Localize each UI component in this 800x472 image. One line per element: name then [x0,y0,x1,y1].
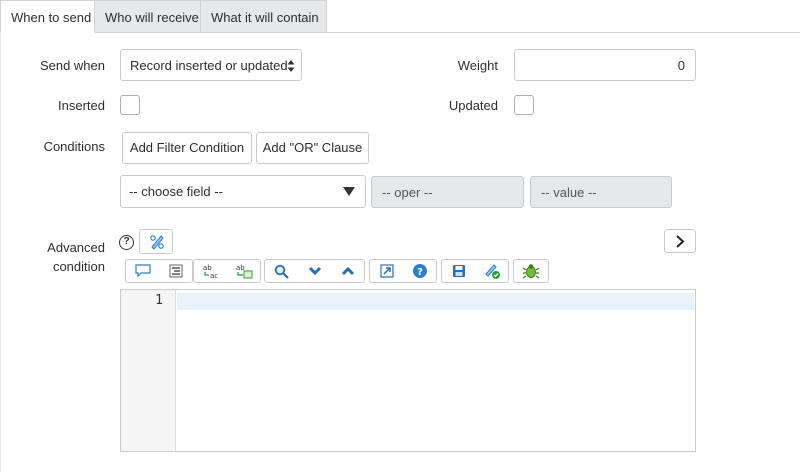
weight-label: Weight [457,58,498,73]
toolbar-group-search [264,259,365,283]
toolbar-group-replace: ab ac ab [193,259,261,283]
script-check-button[interactable] [475,260,508,282]
expand-button[interactable] [664,229,696,253]
updated-checkbox[interactable] [514,95,534,115]
choose-field-select[interactable]: -- choose field -- [120,175,366,208]
save-icon [452,265,465,277]
help-icon: ? [412,264,427,278]
find-next-button[interactable] [298,260,331,282]
active-line-highlight [177,293,694,310]
operator-select[interactable]: -- oper -- [371,176,524,208]
svg-text:ac: ac [210,272,218,279]
chevron-right-icon [676,235,685,248]
tab-bar: When to send Who will receive What it wi… [0,0,327,33]
line-number: 1 [155,293,163,308]
value-placeholder: -- value -- [541,185,597,200]
send-when-label: Send when [39,58,105,73]
tab-who-will-receive[interactable]: Who will receive [95,0,201,33]
save-button[interactable] [442,260,475,282]
inserted-label: Inserted [58,98,105,113]
comment-icon [134,264,151,278]
toolbar-group-save [441,259,509,283]
toolbar-group-format [125,259,193,283]
comment-button[interactable] [126,260,159,282]
fullscreen-icon [379,264,394,278]
choose-field-placeholder: -- choose field -- [129,184,223,199]
advanced-label-line2: condition [52,259,105,274]
value-field[interactable]: -- value -- [530,176,672,208]
updated-label: Updated [448,98,498,113]
replace-all-button[interactable]: ab [227,260,260,282]
svg-text:ab: ab [203,264,212,272]
search-button[interactable] [265,260,298,282]
advanced-condition-label: Advanced condition [20,238,105,276]
toolbar-group-debug [513,259,549,283]
format-button[interactable] [159,260,192,282]
tab-what-it-will-contain[interactable]: What it will contain [201,0,327,33]
dropdown-arrow-icon [343,187,355,196]
weight-value: 0 [677,58,685,73]
fullscreen-button[interactable] [370,260,403,282]
debug-icon [522,264,540,279]
help-icon[interactable]: ? [119,235,134,250]
tab-when-to-send[interactable]: When to send [0,0,95,33]
svg-text:?: ? [417,267,423,278]
previous-icon [341,266,354,276]
find-previous-button[interactable] [331,260,364,282]
send-when-value: Record inserted or updated [130,58,288,73]
send-when-select[interactable]: Record inserted or updated [120,49,302,81]
advanced-label-line1: Advanced [47,240,105,255]
select-updown-icon [287,60,295,72]
toolbar-group-view: ? [369,259,437,283]
search-icon [274,264,289,279]
debug-button[interactable] [514,260,548,282]
replace-icon: ab ac [203,264,218,279]
weight-field[interactable]: 0 [514,49,696,81]
inserted-checkbox[interactable] [120,95,140,115]
script-assist-icon [150,235,164,250]
replace-button[interactable]: ab ac [194,260,227,282]
script-check-icon [484,264,500,279]
replace-all-icon: ab [236,264,252,279]
editor-gutter: 1 [121,290,176,451]
conditions-label: Conditions [43,139,105,154]
operator-placeholder: -- oper -- [382,185,433,200]
script-editor[interactable]: 1 [120,289,696,452]
help-button[interactable]: ? [403,260,436,282]
next-icon [308,266,321,276]
format-icon [169,264,182,278]
script-assist-button[interactable] [139,229,173,254]
add-or-clause-button[interactable]: Add "OR" Clause [256,132,369,164]
add-filter-condition-button[interactable]: Add Filter Condition [122,132,252,164]
